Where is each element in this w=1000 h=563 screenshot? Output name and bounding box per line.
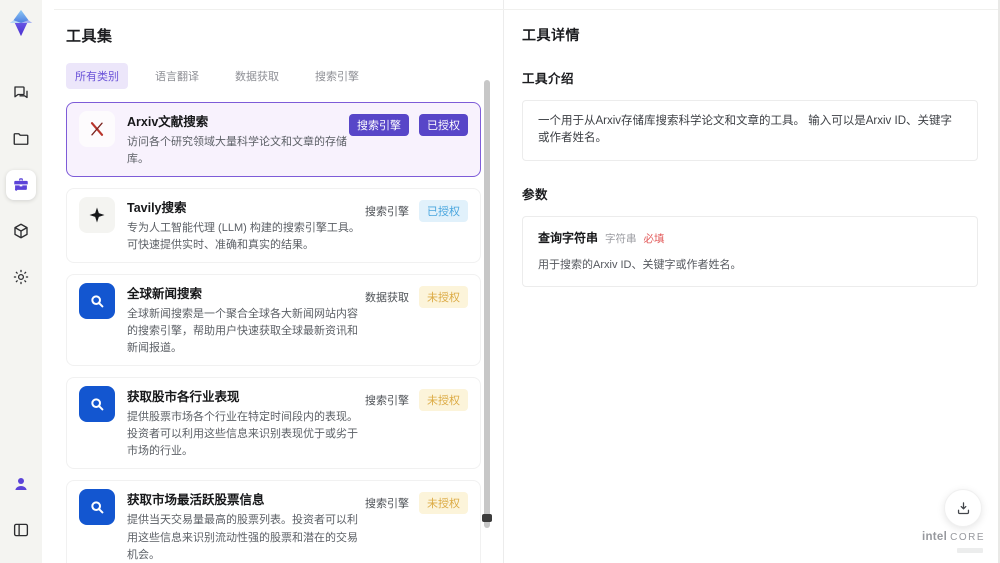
intro-heading: 工具介绍	[522, 72, 575, 86]
category-label: 搜索引擎	[365, 498, 409, 511]
tool-card-tavily[interactable]: Tavily搜索 专为人工智能代理 (LLM) 构建的搜索引擎工具。可快速提供实…	[66, 188, 481, 264]
tool-card-global-news[interactable]: 全球新闻搜索 全球新闻搜索是一个聚合全球各大新闻网站内容的搜索引擎，帮助用户快速…	[66, 274, 481, 367]
tab-language-translation[interactable]: 语言翻译	[146, 63, 208, 89]
page-title: 工具集	[66, 28, 113, 45]
category-label: 搜索引擎	[365, 395, 409, 408]
gear-icon[interactable]	[6, 262, 36, 292]
cube-icon[interactable]	[6, 216, 36, 246]
status-badge: 未授权	[419, 492, 468, 515]
scrollbar-handle[interactable]	[482, 514, 492, 522]
arxiv-icon	[79, 111, 115, 147]
param-type: 字符串	[605, 232, 637, 245]
param-required-badge: 必填	[643, 232, 665, 245]
status-badge: 已授权	[419, 200, 468, 223]
tools-panel: 工具集 所有类别 语言翻译 数据获取 搜索引擎 Arxiv文献搜索 访问各个研究…	[42, 0, 503, 563]
tool-detail-panel: 工具详情 工具介绍 一个用于从Arxiv存储库搜索科学论文和文章的工具。 输入可…	[504, 0, 998, 563]
download-button[interactable]	[944, 489, 982, 527]
param-name: 查询字符串	[538, 230, 599, 245]
tavily-star-icon	[79, 197, 115, 234]
scrollbar[interactable]	[484, 80, 490, 528]
sidebar	[0, 0, 42, 563]
tool-card-arxiv[interactable]: Arxiv文献搜索 访问各个研究领域大量科学论文和文章的存储库。 搜索引擎 已授…	[66, 102, 481, 178]
tab-data-fetch[interactable]: 数据获取	[226, 63, 288, 89]
status-badge: 未授权	[419, 389, 468, 412]
tool-name: Tavily搜索	[127, 201, 187, 216]
intel-logo-subline	[957, 548, 983, 553]
tool-card-most-active-stocks[interactable]: 获取市场最活跃股票信息 提供当天交易量最高的股票列表。投资者可以利用这些信息来识…	[66, 480, 481, 563]
detail-title: 工具详情	[522, 27, 580, 43]
blue-magnifier-icon	[79, 489, 115, 526]
tool-list: Arxiv文献搜索 访问各个研究领域大量科学论文和文章的存储库。 搜索引擎 已授…	[66, 102, 481, 563]
intro-box: 一个用于从Arxiv存储库搜索科学论文和文章的工具。 输入可以是Arxiv ID…	[522, 100, 978, 161]
tool-description: 专为人工智能代理 (LLM) 构建的搜索引擎工具。可快速提供实时、准确和真实的结…	[127, 222, 360, 252]
chat-icon[interactable]	[6, 78, 36, 108]
tool-description: 访问各个研究领域大量科学论文和文章的存储库。	[127, 136, 347, 166]
tool-name: 获取市场最活跃股票信息	[127, 493, 265, 508]
tab-all-categories[interactable]: 所有类别	[66, 63, 128, 89]
user-icon[interactable]	[6, 469, 36, 499]
tool-description: 提供股票市场各个行业在特定时间段内的表现。投资者可以利用这些信息来识别表现优于或…	[127, 411, 358, 458]
param-description: 用于搜索的Arxiv ID、关键字或作者姓名。	[538, 259, 742, 272]
category-label: 搜索引擎	[365, 206, 409, 219]
intel-product-text: core	[950, 532, 985, 544]
tool-name: 全球新闻搜索	[127, 287, 203, 302]
app-logo	[9, 9, 33, 37]
intel-brand-text: intel	[921, 531, 948, 544]
briefcase-icon[interactable]	[6, 170, 36, 200]
tool-description: 全球新闻搜索是一个聚合全球各大新闻网站内容的搜索引擎，帮助用户快速获取全球最新资…	[127, 308, 358, 355]
tool-description: 提供当天交易量最高的股票列表。投资者可以利用这些信息来识别流动性强的股票和潜在的…	[127, 514, 358, 561]
download-icon	[957, 501, 969, 514]
app-window: 工具集 所有类别 语言翻译 数据获取 搜索引擎 Arxiv文献搜索 访问各个研究…	[0, 0, 1000, 563]
tool-card-sector-performance[interactable]: 获取股市各行业表现 提供股票市场各个行业在特定时间段内的表现。投资者可以利用这些…	[66, 377, 481, 470]
tool-name: Arxiv文献搜索	[127, 115, 209, 129]
panel-icon[interactable]	[6, 515, 36, 545]
status-badge: 已授权	[419, 114, 468, 136]
folder-icon[interactable]	[6, 124, 36, 154]
status-badge: 未授权	[419, 286, 468, 309]
intel-core-logo: intel core	[922, 527, 985, 553]
params-heading: 参数	[522, 187, 549, 202]
blue-magnifier-icon	[79, 283, 115, 320]
category-label: 数据获取	[365, 292, 409, 305]
param-box: 查询字符串 字符串 必填 用于搜索的Arxiv ID、关键字或作者姓名。	[522, 215, 978, 287]
tab-search-engine[interactable]: 搜索引擎	[306, 63, 368, 89]
category-tabs: 所有类别 语言翻译 数据获取 搜索引擎	[66, 63, 503, 89]
tool-name: 获取股市各行业表现	[127, 390, 240, 405]
blue-magnifier-icon	[79, 386, 115, 423]
category-badge: 搜索引擎	[349, 114, 409, 136]
